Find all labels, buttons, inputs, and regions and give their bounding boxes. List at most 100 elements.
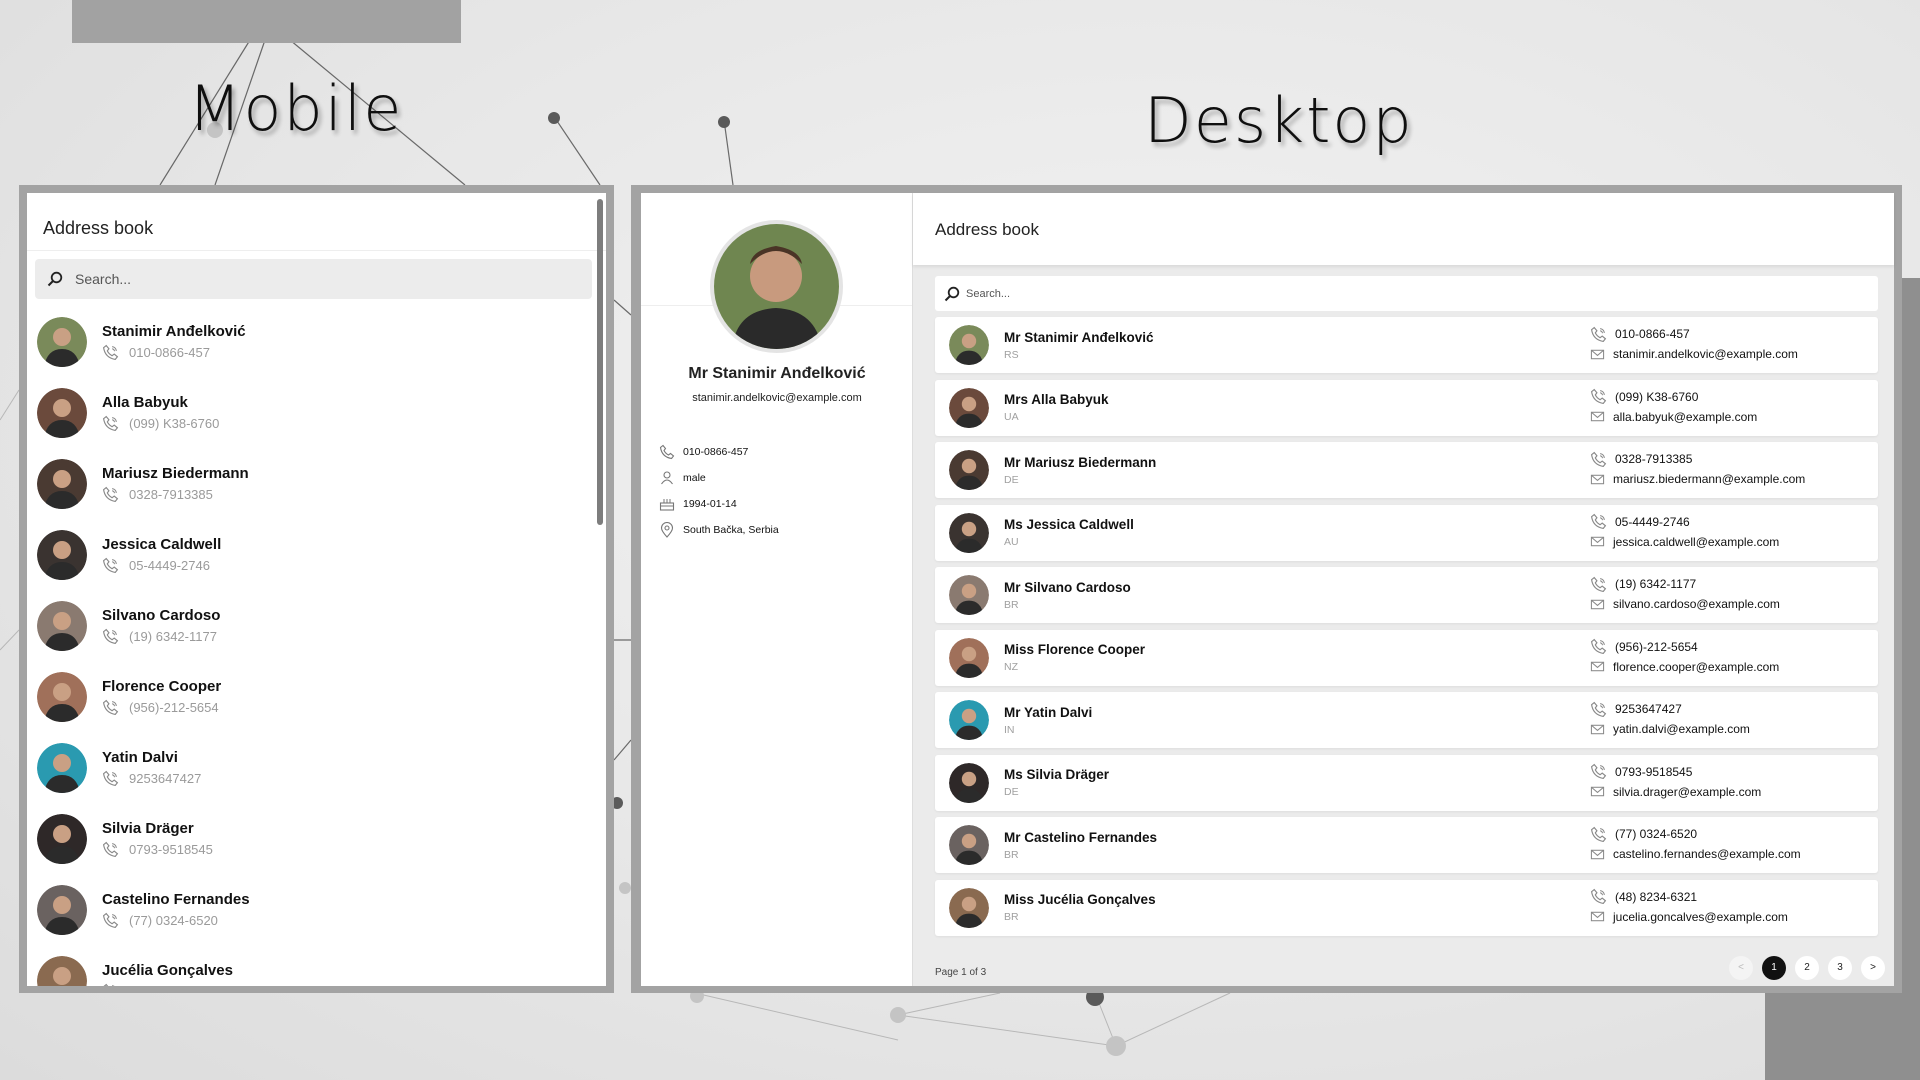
contact-phone-row: (099) K38-6760 bbox=[1590, 387, 1757, 407]
avatar bbox=[949, 387, 989, 428]
mobile-scrollbar[interactable] bbox=[597, 199, 603, 525]
contact-name: Miss Florence Cooper bbox=[1004, 642, 1146, 657]
contact-phone-row: 010-0866-457 bbox=[1590, 324, 1798, 344]
contact-email: jucelia.goncalves@example.com bbox=[1613, 909, 1788, 924]
decorative-top-block bbox=[72, 0, 461, 43]
contact-phone: (48) 8234-6321 bbox=[1615, 889, 1698, 904]
desktop-contact-card[interactable]: Mrs Alla Babyuk UA (099) K38-6760 alla.baby… bbox=[935, 379, 1878, 436]
mobile-contact-item[interactable]: Silvano Cardoso (19) 6342-1177 bbox=[27, 601, 606, 672]
contact-email: jessica.caldwell@example.com bbox=[1613, 534, 1780, 549]
avatar bbox=[37, 672, 87, 722]
contact-phone-row: (099) K38-6760 bbox=[102, 415, 219, 432]
phone-icon bbox=[1590, 826, 1607, 842]
mail-icon bbox=[1590, 661, 1605, 672]
contact-email-row: mariusz.biedermann@example.com bbox=[1590, 469, 1805, 489]
contact-text: Alla Babyuk (099) K38-6760 bbox=[102, 388, 219, 432]
mobile-screen: Address book Search... Stanimir Anđelkov… bbox=[27, 193, 606, 986]
mobile-contact-item[interactable]: Castelino Fernandes (77) 0324-6520 bbox=[27, 885, 606, 956]
avatar bbox=[37, 885, 87, 935]
desktop-contact-card[interactable]: Mr Silvano Cardoso BR (19) 6342-1177 silvan… bbox=[935, 567, 1878, 623]
desktop-contact-card[interactable]: Mr Yatin Dalvi IN 9253647427 yatin.dalvi@ex… bbox=[935, 692, 1878, 748]
desktop-contact-card[interactable]: Miss Jucélia Gonçalves BR (48) 8234-6321 ju… bbox=[935, 879, 1878, 936]
search-icon bbox=[47, 271, 63, 287]
contact-email-row: alla.babyuk@example.com bbox=[1590, 407, 1757, 427]
contact-country: NZ bbox=[1004, 661, 1018, 673]
contact-name-block: Mrs Alla Babyuk UA bbox=[1004, 392, 1109, 423]
contact-country: DE bbox=[1004, 786, 1019, 798]
contact-phone: (099) K38-6760 bbox=[1615, 389, 1699, 404]
desktop-contact-card[interactable]: Mr Mariusz Biedermann DE 0328-7913385 mariu… bbox=[935, 442, 1878, 498]
avatar bbox=[949, 575, 989, 615]
desktop-screen: Mr Stanimir Anđelković stanimir.andelkov… bbox=[641, 193, 1894, 986]
page-button-2[interactable]: 2 bbox=[1795, 956, 1819, 980]
mobile-contact-item[interactable]: Stanimir Anđelković 010-0866-457 bbox=[27, 317, 606, 388]
mobile-contact-list: Stanimir Anđelković 010-0866-457 Alla Baby… bbox=[27, 317, 606, 986]
contact-text: Florence Cooper (956)-212-5654 bbox=[102, 672, 221, 716]
phone-icon bbox=[103, 983, 115, 986]
contact-name: Miss Jucélia Gonçalves bbox=[1004, 892, 1156, 907]
contact-phone: 05-4449-2746 bbox=[129, 558, 210, 573]
selected-contact-avatar bbox=[710, 220, 843, 353]
phone-icon bbox=[1590, 888, 1607, 905]
contact-text: Jessica Caldwell 05-4449-2746 bbox=[102, 530, 221, 574]
mobile-contact-item[interactable]: Alla Babyuk (099) K38-6760 bbox=[27, 388, 606, 459]
mobile-contact-item[interactable]: Mariusz Biedermann 0328-7913385 bbox=[27, 459, 606, 530]
avatar bbox=[37, 317, 87, 367]
contact-name: Mr Mariusz Biedermann bbox=[1004, 454, 1157, 470]
contact-text: Silvia Dräger 0793-9518545 bbox=[102, 814, 213, 858]
mobile-contact-item[interactable]: Jessica Caldwell 05-4449-2746 bbox=[27, 530, 606, 601]
desktop-contact-card[interactable]: Mr Castelino Fernandes BR (77) 0324-6520 ca… bbox=[935, 817, 1878, 873]
avatar bbox=[37, 530, 87, 580]
search-icon bbox=[944, 286, 960, 301]
next-page-button[interactable]: > bbox=[1861, 956, 1885, 980]
mobile-search-input[interactable]: Search... bbox=[35, 259, 592, 299]
contact-phone: 0328-7913385 bbox=[1615, 452, 1693, 466]
contact-phone-row: 0793-9518545 bbox=[102, 841, 213, 858]
contact-country: BR bbox=[1004, 848, 1019, 861]
mobile-contact-item[interactable]: Florence Cooper (956)-212-5654 bbox=[27, 672, 606, 743]
desktop-search-input[interactable]: Search... bbox=[935, 276, 1878, 311]
contact-name-block: Mr Silvano Cardoso BR bbox=[1004, 580, 1131, 611]
avatar bbox=[37, 459, 87, 509]
contact-country: AU bbox=[1004, 536, 1019, 548]
detail-gender-row: male bbox=[659, 465, 779, 491]
contact-email-row: silvano.cardoso@example.com bbox=[1590, 594, 1780, 614]
contact-details: 0328-7913385 mariusz.biedermann@example.c… bbox=[1590, 449, 1805, 489]
detail-dob-row: 1994-01-14 bbox=[659, 491, 779, 517]
desktop-contact-card[interactable]: Ms Silvia Dräger DE 0793-9518545 silvia.dra… bbox=[935, 754, 1878, 811]
contact-detail-panel: Mr Stanimir Anđelković stanimir.andelkov… bbox=[641, 193, 913, 986]
contact-email: alla.babyuk@example.com bbox=[1613, 409, 1758, 424]
mobile-contact-item[interactable]: Silvia Dräger 0793-9518545 bbox=[27, 814, 606, 885]
desktop-contact-card[interactable]: Ms Jessica Caldwell AU 05-4449-2746 jessica… bbox=[935, 504, 1878, 561]
detail-location: South Bačka, Serbia bbox=[683, 524, 779, 536]
desktop-search-placeholder: Search... bbox=[966, 287, 1011, 300]
page-button-3[interactable]: 3 bbox=[1828, 956, 1852, 980]
contact-phone: (77) 0324-6520 bbox=[1615, 827, 1698, 841]
mobile-app-title: Address book bbox=[27, 193, 606, 251]
page-button-1[interactable]: 1 bbox=[1762, 956, 1786, 980]
desktop-contact-card[interactable]: Miss Florence Cooper NZ (956)-212-5654 flor… bbox=[935, 629, 1878, 686]
contact-details: 0793-9518545 silvia.drager@example.com bbox=[1590, 762, 1761, 802]
mobile-contact-item[interactable]: Jucélia Gonçalves (48) 8234-6321 bbox=[27, 956, 606, 986]
page-status: Page 1 of 3 bbox=[935, 967, 987, 978]
desktop-contact-card[interactable]: Mr Stanimir Anđelković RS 010-0866-457 stan… bbox=[935, 317, 1878, 373]
contact-name-block: Mr Castelino Fernandes BR bbox=[1004, 830, 1157, 861]
phone-icon bbox=[102, 699, 119, 716]
mobile-heading: Mobile bbox=[188, 72, 404, 145]
phone-icon bbox=[1590, 513, 1607, 530]
contact-name: Alla Babyuk bbox=[102, 394, 188, 411]
avatar bbox=[949, 637, 989, 678]
mobile-contact-item[interactable]: Yatin Dalvi 9253647427 bbox=[27, 743, 606, 814]
contact-phone: 9253647427 bbox=[129, 771, 202, 786]
contact-details: (48) 8234-6321 jucelia.goncalves@example.… bbox=[1590, 887, 1788, 927]
contact-phone-row: (77) 0324-6520 bbox=[1590, 824, 1801, 844]
prev-page-button[interactable]: < bbox=[1729, 956, 1753, 980]
contact-phone: (956)-212-5654 bbox=[1615, 639, 1698, 654]
contact-email: florence.cooper@example.com bbox=[1613, 659, 1780, 674]
avatar bbox=[37, 601, 87, 651]
desktop-heading: Desktop bbox=[1144, 84, 1414, 157]
contact-phone: 05-4449-2746 bbox=[1615, 514, 1690, 529]
contact-email-row: jessica.caldwell@example.com bbox=[1590, 532, 1779, 552]
contact-text: Castelino Fernandes (77) 0324-6520 bbox=[102, 885, 250, 929]
contact-name: Ms Silvia Dräger bbox=[1004, 767, 1110, 782]
